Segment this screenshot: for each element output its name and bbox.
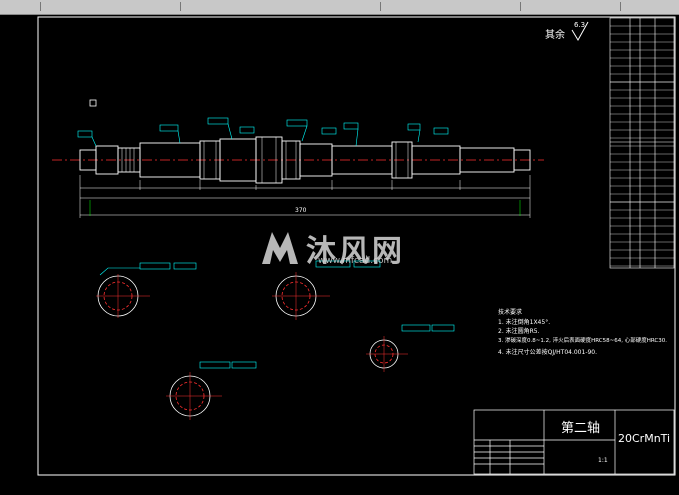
section-view-c — [366, 324, 455, 372]
tech-requirements-heading: 技术要求 — [498, 308, 522, 316]
tech-requirement-item: 1. 未注倒角1X45°. — [498, 318, 550, 326]
gear-table-rows — [610, 25, 674, 267]
view-marker — [89, 99, 97, 107]
material-label: 20CrMnTi — [618, 432, 670, 445]
roughness-label: 其余 — [545, 28, 565, 41]
tech-requirement-item: 4. 未注尺寸公差按QJ/HT04.001-90. — [498, 348, 597, 356]
scale-label: 1:1 — [598, 457, 608, 464]
gear-parameter-tables — [609, 17, 675, 269]
section-view-a — [96, 262, 197, 318]
watermark: 沐风网 www.mfcad.com — [258, 226, 418, 270]
roughness-note: 其余 6.3 — [545, 21, 589, 41]
tech-requirement-item: 3. 渗碳深度0.8~1.2, 淬火后表面硬度HRC58~64, 心部硬度HRC… — [498, 336, 667, 344]
tech-requirements: 技术要求 1. 未注倒角1X45°. 2. 未注圆角R5. 3. 渗碳深度0.8… — [498, 308, 667, 356]
overall-length-dimension: 370 — [295, 207, 307, 214]
mfcad-logo-icon — [262, 232, 298, 264]
roughness-value: 6.3 — [574, 21, 585, 29]
part-name: 第二轴 — [561, 421, 600, 436]
section-view-d — [166, 361, 257, 420]
watermark-url: www.mfcad.com — [318, 256, 393, 266]
tech-requirement-item: 2. 未注圆角R5. — [498, 327, 540, 335]
